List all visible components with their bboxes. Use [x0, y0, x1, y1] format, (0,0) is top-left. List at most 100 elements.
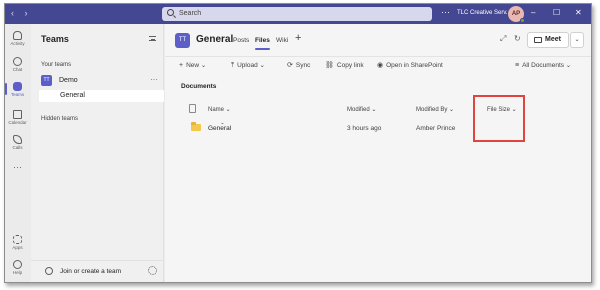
open-sharepoint-button[interactable]: ◉ Open in SharePoint	[377, 61, 443, 69]
link-icon: ⛓	[325, 62, 334, 69]
rail-item-more[interactable]: ···	[5, 162, 30, 172]
file-type-icon[interactable]	[189, 104, 196, 113]
teams-pane-title: Teams	[41, 34, 69, 44]
sharepoint-icon: ◉	[377, 62, 384, 69]
apps-icon	[13, 235, 22, 244]
rail-label: Calendar	[8, 120, 27, 125]
chat-icon	[13, 57, 22, 66]
join-create-team-label: Join or create a team	[60, 268, 122, 275]
column-header-modified-by[interactable]: Modified By ⌄	[416, 106, 454, 113]
meet-button[interactable]: Meet	[527, 32, 569, 48]
meet-label: Meet	[545, 36, 561, 43]
teams-icon	[13, 82, 22, 91]
bell-icon	[13, 31, 22, 40]
phone-icon	[13, 135, 22, 144]
rail-item-activity[interactable]: Activity	[5, 31, 30, 46]
row-modified: 3 hours ago	[347, 125, 382, 132]
rail-item-chat[interactable]: Chat	[5, 57, 30, 72]
open-sharepoint-label: Open in SharePoint	[386, 62, 443, 69]
rail-item-calendar[interactable]: Calendar	[5, 110, 30, 125]
column-modified-by-label: Modified By	[416, 107, 448, 113]
column-name-label: Name	[208, 107, 225, 113]
column-header-modified[interactable]: Modified ⌄	[347, 106, 376, 113]
main-content: TT General Posts Files Wiki + ⤢ ↻ Meet ⌄…	[165, 24, 591, 282]
upload-label: Upload	[237, 62, 258, 69]
folder-icon	[191, 122, 201, 131]
new-button[interactable]: + New ⌄	[179, 61, 206, 69]
file-size-highlight-box	[473, 95, 525, 142]
hidden-teams-heading[interactable]: Hidden teams	[41, 116, 78, 122]
nav-arrows[interactable]: ‹ ›	[11, 8, 32, 18]
copy-link-button[interactable]: ⛓ Copy link	[325, 61, 364, 69]
rail-label: Apps	[12, 245, 23, 250]
avatar[interactable]: AP	[508, 6, 525, 23]
video-camera-icon	[534, 37, 542, 43]
channel-item-general[interactable]: General	[39, 90, 164, 102]
search-input[interactable]: Search	[162, 7, 432, 21]
refresh-icon[interactable]: ↻	[514, 34, 521, 43]
view-selector[interactable]: ≡ All Documents ⌄	[515, 61, 571, 69]
rail-item-teams[interactable]: Teams	[5, 82, 30, 97]
rail-label: Teams	[10, 92, 25, 97]
rail-label: Activity	[10, 41, 25, 46]
gear-icon[interactable]	[148, 266, 157, 275]
plus-icon: +	[179, 62, 184, 69]
rail-label: Calls	[12, 145, 23, 150]
title-bar: ‹ › Search ··· TLC Creative Serv... AP –…	[5, 4, 591, 24]
rail-item-apps[interactable]: Apps	[5, 235, 30, 250]
tab-posts[interactable]: Posts	[233, 37, 249, 44]
team-avatar: TT	[41, 75, 52, 86]
channel-name: General	[60, 92, 85, 99]
expand-icon[interactable]: ⤢	[500, 34, 506, 44]
team-item-demo[interactable]: TT Demo ···	[39, 75, 159, 87]
row-modified-by: Amber Prince	[416, 125, 456, 132]
teams-pane: Teams Your teams TT Demo ··· General Hid…	[31, 24, 164, 282]
minimize-button[interactable]: –	[531, 8, 535, 17]
tab-wiki[interactable]: Wiki	[276, 37, 288, 44]
add-tab-button[interactable]: +	[295, 32, 301, 44]
avatar-initials: AP	[511, 11, 521, 17]
upload-button[interactable]: ⤒ Upload ⌄	[231, 61, 265, 70]
chevron-down-icon: ⌄	[574, 37, 580, 43]
join-create-team[interactable]: Join or create a team	[31, 260, 164, 282]
calendar-icon	[13, 110, 22, 119]
view-label: All Documents	[522, 62, 564, 69]
channel-title: General	[196, 34, 234, 45]
sync-icon: ⟳	[287, 62, 293, 69]
join-team-icon	[45, 267, 53, 275]
rail-item-help[interactable]: Help	[5, 260, 30, 275]
org-name[interactable]: TLC Creative Serv...	[457, 10, 511, 16]
sync-label: Sync	[295, 62, 311, 69]
files-toolbar: + New ⌄ ⤒ Upload ⌄ ⟳ Sync ⛓ Copy link ◉ Open …	[165, 56, 591, 72]
tab-files[interactable]: Files	[255, 37, 270, 50]
teams-window: ‹ › Search ··· TLC Creative Serv... AP –…	[4, 3, 592, 283]
list-view-icon: ≡	[515, 62, 520, 69]
channel-avatar: TT	[175, 33, 190, 48]
team-name: Demo	[59, 77, 78, 84]
team-more-icon[interactable]: ···	[150, 75, 158, 84]
column-modified-label: Modified	[347, 107, 370, 113]
rail-item-calls[interactable]: Calls	[5, 135, 30, 150]
copy-link-label: Copy link	[336, 62, 364, 69]
app-rail: Activity Chat Teams Calendar Calls ··· A…	[5, 24, 30, 282]
row-name[interactable]: General	[208, 125, 231, 132]
filter-icon[interactable]	[149, 36, 156, 41]
new-label: New	[186, 62, 200, 69]
help-icon	[13, 260, 22, 269]
search-icon	[167, 9, 174, 16]
documents-title: Documents	[181, 83, 217, 90]
column-header-name[interactable]: Name ⌄	[208, 106, 231, 113]
your-teams-heading: Your teams	[41, 62, 72, 68]
rail-label: Chat	[12, 67, 23, 72]
sync-button[interactable]: ⟳ Sync	[287, 61, 310, 69]
settings-more-icon[interactable]: ···	[441, 7, 450, 17]
upload-icon: ⤒	[231, 62, 235, 69]
channel-header: TT General Posts Files Wiki + ⤢ ↻ Meet ⌄	[165, 24, 591, 56]
presence-available-icon	[520, 18, 525, 23]
meet-dropdown-button[interactable]: ⌄	[570, 32, 584, 48]
rail-label: Help	[12, 270, 23, 275]
maximize-button[interactable]: ☐	[553, 8, 560, 17]
close-button[interactable]: ✕	[575, 8, 582, 17]
search-placeholder: Search	[179, 10, 202, 17]
more-icon: ···	[13, 162, 22, 172]
